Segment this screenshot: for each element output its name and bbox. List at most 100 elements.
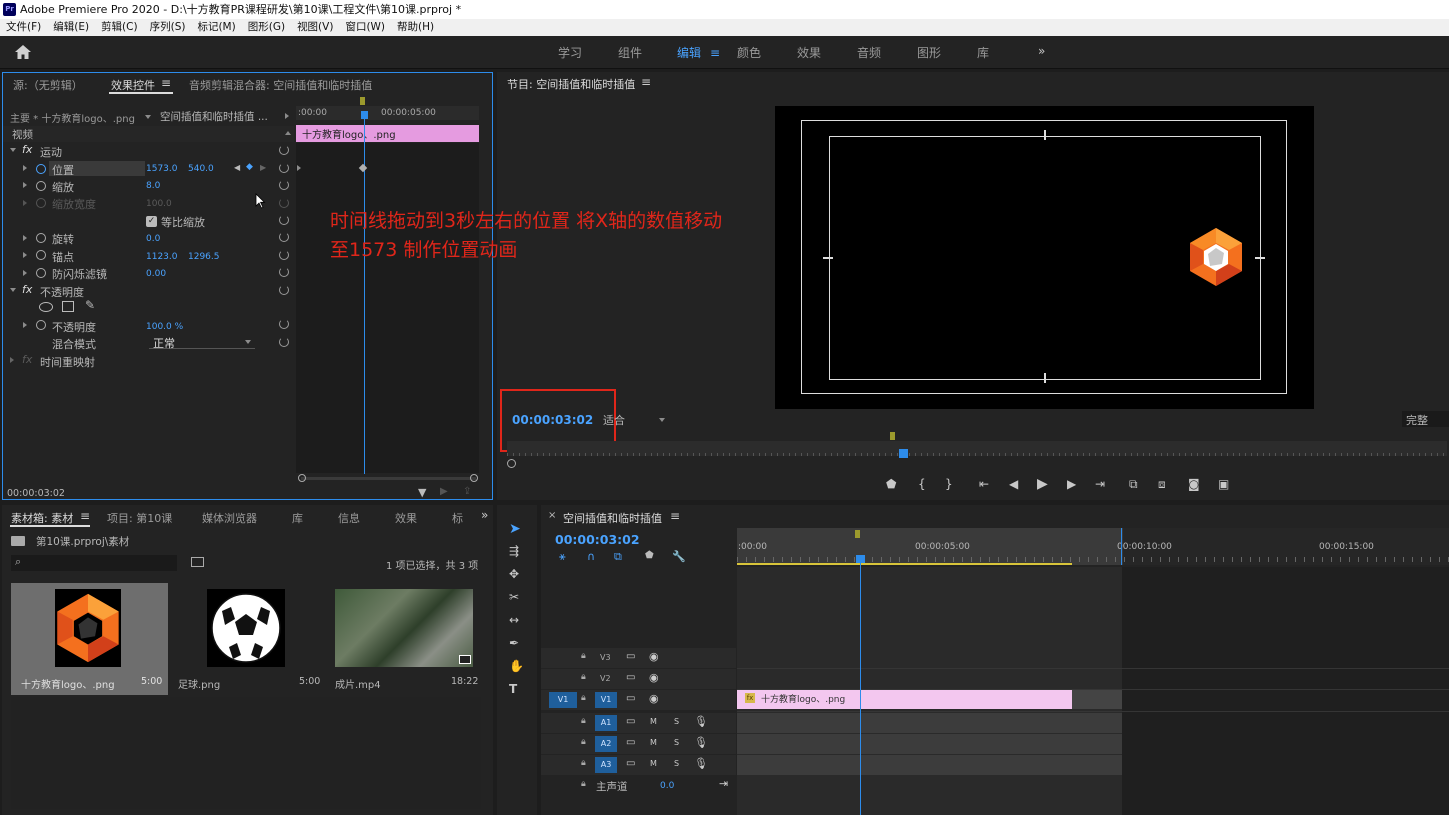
position-x-value[interactable]: 1573.0 [146,164,178,174]
workspace-assembly[interactable]: 组件 [618,44,642,61]
program-playhead[interactable] [899,449,908,458]
ec-playhead-handle[interactable] [361,111,368,119]
timeline-clip-v1[interactable]: fx 十方教育logo、.png [737,690,1072,709]
menu-sequence[interactable]: 序列(S) [150,19,186,36]
position-stopwatch-icon[interactable] [36,164,46,174]
menu-marker[interactable]: 标记(M) [197,19,235,36]
add-keyframe-icon[interactable]: ◆ [246,162,253,172]
step-back-icon[interactable]: ◀ [1009,477,1018,491]
menu-graphics[interactable]: 图形(G) [248,19,285,36]
new-bin-icon[interactable] [191,557,204,567]
program-menu-icon[interactable]: ≡ [641,75,651,89]
uniform-scale-checkbox[interactable]: ✓ [146,216,157,227]
extract-icon[interactable]: ⧈ [1158,477,1166,492]
zoom-scroll-handle[interactable] [507,459,516,468]
tab-project[interactable]: 项目: 第10课 [107,510,172,526]
tab-bin[interactable]: 素材箱: 素材 [11,510,73,526]
tab-libraries[interactable]: 库 [292,510,303,526]
antiflicker-value[interactable]: 0.00 [146,269,166,279]
reset-blend-icon[interactable] [279,337,289,347]
wrench-icon[interactable]: 🔧 [672,550,686,563]
workspace-color[interactable]: 颜色 [737,44,761,61]
rotation-expand-icon[interactable] [23,235,27,241]
tab-audio-mixer[interactable]: 音频剪辑混合器: 空间插值和临时插值 [189,77,372,93]
scale-expand-icon[interactable] [23,182,27,188]
program-monitor-title[interactable]: 节目: 空间插值和临时插值 [507,76,635,92]
lock-icon[interactable]: 🔒︎ [581,758,586,768]
sync-lock-icon[interactable]: ▭ [626,758,635,769]
lock-icon[interactable]: 🔒︎ [581,693,586,703]
zoom-handle-left[interactable] [298,474,306,482]
tab-media-browser[interactable]: 媒体浏览器 [202,510,257,526]
lock-icon[interactable]: 🔒︎ [581,737,586,747]
microphone-icon[interactable]: 🎙︎ [694,736,708,749]
reset-anchor-icon[interactable] [279,250,289,260]
tab-info[interactable]: 信息 [338,510,360,526]
mute-button[interactable]: M [650,717,657,726]
shifang-logo-icon[interactable] [1188,226,1244,288]
workspace-audio[interactable]: 音频 [857,44,881,61]
add-marker-icon[interactable]: ⬟ [886,477,896,491]
reset-rotation-icon[interactable] [279,232,289,242]
reset-scale-icon[interactable] [279,180,289,190]
next-keyframe-icon[interactable]: ▶ [260,163,266,172]
bin-item-selected[interactable]: 十方教育logo、.png 5:00 [11,583,168,695]
mark-out-icon[interactable]: } [945,477,953,491]
workspace-learn[interactable]: 学习 [558,44,582,61]
lock-icon[interactable]: 🔒︎ [581,716,586,726]
timeline-menu-icon[interactable]: ≡ [670,509,680,523]
reset-uniform-icon[interactable] [279,215,289,225]
workspace-menu-icon[interactable]: ≡ [710,46,720,60]
lock-icon[interactable]: 🔒︎ [581,651,586,661]
program-video-frame[interactable] [775,106,1314,409]
lift-icon[interactable]: ⧉ [1129,477,1138,492]
track-name-a1[interactable]: A1 [595,715,617,731]
anchor-expand-icon[interactable] [23,252,27,258]
sync-lock-icon[interactable]: ▭ [626,651,635,662]
ec-keyframe-area[interactable] [296,143,479,473]
sequence-clip-label[interactable]: 空间插值和临时插值 ... [160,109,268,124]
microphone-icon[interactable]: 🎙︎ [694,757,708,770]
anchor-y-value[interactable]: 1296.5 [188,252,220,262]
eye-icon[interactable]: ◉ [649,671,659,684]
play-icon[interactable]: ▶ [1037,476,1048,492]
antiflicker-expand-icon[interactable] [23,270,27,276]
position-expand-icon[interactable] [23,165,27,171]
eye-icon[interactable]: ◉ [649,692,659,705]
ec-timecode[interactable]: 00:00:03:02 [7,488,65,499]
mark-in-icon[interactable]: { [918,477,926,491]
nest-toggle-icon[interactable]: ⚹ [559,550,566,564]
toggle-timeline-icon[interactable] [285,113,289,119]
rotation-value[interactable]: 0.0 [146,234,160,244]
mute-button[interactable]: M [650,738,657,747]
tab-effect-controls[interactable]: 效果控件 [111,77,155,93]
track-select-tool-icon[interactable]: ⇶ [509,544,519,558]
track-name-a2[interactable]: A2 [595,736,617,752]
work-area-bar[interactable] [737,563,1072,565]
export-frame-icon[interactable]: ◙ [1188,477,1200,491]
sync-lock-icon[interactable]: ▭ [626,716,635,727]
go-to-in-icon[interactable]: ⇤ [979,477,989,491]
more-tabs-icon[interactable]: » [481,508,488,522]
ripple-edit-tool-icon[interactable]: ✥ [509,567,519,581]
opacity-prop-expand-icon[interactable] [23,322,27,328]
snap-icon[interactable]: ∩ [587,550,595,563]
collapse-up-icon[interactable] [285,131,291,135]
home-icon[interactable] [14,44,32,60]
microphone-icon[interactable]: 🎙︎ [694,715,708,728]
fit-select[interactable]: 适合 [599,411,669,427]
hand-tool-icon[interactable]: ✋ [509,659,524,673]
program-timecode[interactable]: 00:00:03:02 [512,413,593,427]
reset-antiflicker-icon[interactable] [279,267,289,277]
ec-zoom-scrollbar[interactable] [301,477,476,480]
bin-item[interactable]: 成片.mp4 18:22 [329,583,479,695]
opacity-stopwatch-icon[interactable] [36,320,46,330]
step-forward-icon[interactable]: ▶ [1067,477,1076,491]
scale-stopwatch-icon[interactable] [36,181,46,191]
menu-view[interactable]: 视图(V) [297,19,333,36]
timeline-timecode[interactable]: 00:00:03:02 [555,532,640,547]
bin-item[interactable]: 足球.png 5:00 [173,583,321,695]
bin-search-input[interactable]: ⌕ [11,555,177,571]
selection-tool-icon[interactable]: ➤ [509,521,521,537]
razor-tool-icon[interactable]: ✂ [509,590,519,604]
